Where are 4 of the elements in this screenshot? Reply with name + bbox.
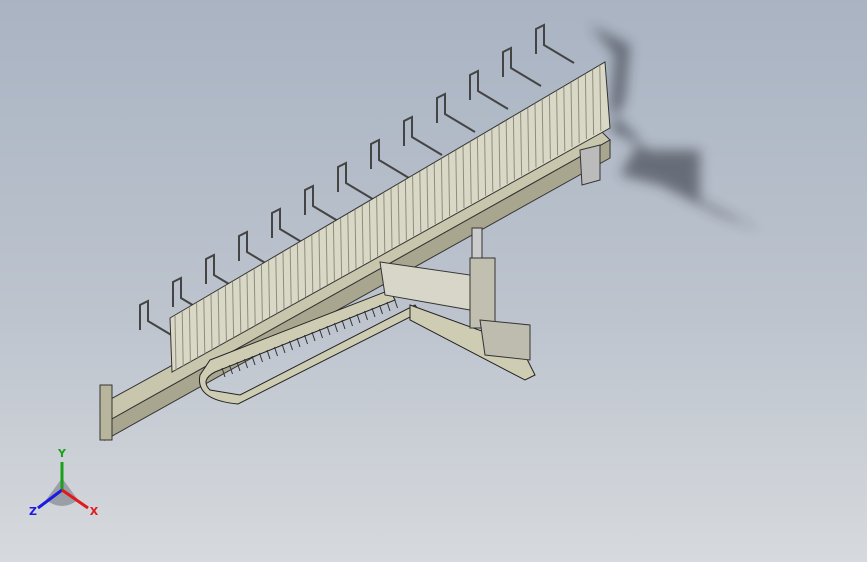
axis-triad-icon: [37, 462, 89, 510]
axis-label: Y: [58, 447, 66, 460]
axis-label: X: [90, 505, 98, 518]
axis-label: Z: [29, 505, 37, 518]
